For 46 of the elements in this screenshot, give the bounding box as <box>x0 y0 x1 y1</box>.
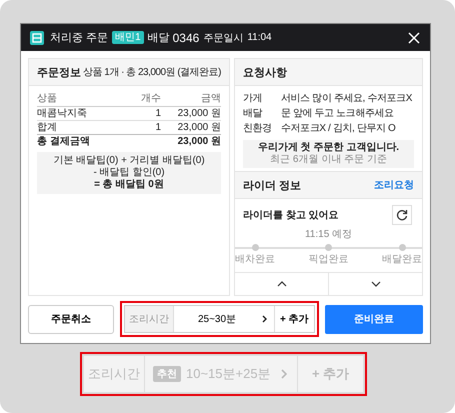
order-status: 처리중 주문 <box>50 31 108 45</box>
request-label: 친환경 <box>243 122 273 136</box>
channel-badge: 배민1 <box>112 31 144 44</box>
amount: 23,000 원 <box>176 121 221 134</box>
panel-title: 라이더 정보 <box>243 178 302 192</box>
column-header: 개수 <box>140 92 161 106</box>
request-text: 서비스 많이 주세요, 수저포크X <box>281 92 412 106</box>
eta-text: 11:15 예정 <box>304 228 354 241</box>
request-label: 배달 <box>243 107 264 121</box>
ready-button[interactable]: 준비완료 <box>324 304 423 334</box>
notice-subtitle: 최근 6개월 이내 주문 기준 <box>269 154 388 166</box>
request-label: 가게 <box>243 92 264 106</box>
amount: 23,000 원 <box>176 135 221 148</box>
request-text: 수저포크X / 김치, 단무지 O <box>281 122 396 136</box>
close-icon[interactable] <box>408 32 420 44</box>
order-time: 11:04 <box>247 32 272 43</box>
amount: 23,000 원 <box>176 107 221 120</box>
chevron-down-icon <box>370 281 380 287</box>
order-time-label: 주문일시 <box>203 32 244 44</box>
step-label: 배달완료 <box>382 253 422 266</box>
delivery-tip-line: - 배달팁 할인(0) <box>92 167 166 179</box>
step-label: 픽업완료 <box>308 253 348 266</box>
column-header: 상품 <box>37 92 58 106</box>
refresh-icon <box>396 209 408 221</box>
order-type: 배달 <box>148 31 170 45</box>
order-summary: 상품 1개 · 총 23,000원 (결제완료) <box>82 66 221 79</box>
panel-title: 주문정보 <box>37 66 81 80</box>
rider-status: 라이더를 찾고 있어요 <box>243 209 339 222</box>
product-name: 합계 <box>37 121 58 134</box>
delivery-tip-line: 기본 배달팁(0) + 거리별 배달팁(0) <box>52 155 206 167</box>
request-text: 문 앞에 두고 노크해주세요 <box>281 107 394 121</box>
chevron-up-icon <box>276 281 286 287</box>
product-name: 매콤낙지죽 <box>37 107 88 120</box>
product-name: 총 결제금액 <box>37 135 91 148</box>
delivery-tip-line: = 총 배달팁 0원 <box>93 179 165 191</box>
receipt-icon <box>30 30 44 44</box>
step-label: 배차완료 <box>235 253 275 266</box>
order-number: 0346 <box>172 30 200 44</box>
quantity: 1 <box>154 121 161 134</box>
refresh-button[interactable] <box>392 205 412 225</box>
cook-request-link[interactable]: 조리요청 <box>374 178 414 192</box>
quantity: 1 <box>154 107 161 120</box>
panel-title: 요청사항 <box>243 66 287 80</box>
notice-title: 우리가게 첫 주문한 고객입니다. <box>256 142 400 154</box>
column-header: 금액 <box>200 92 221 106</box>
cancel-order-button[interactable]: 주문취소 <box>28 304 114 334</box>
